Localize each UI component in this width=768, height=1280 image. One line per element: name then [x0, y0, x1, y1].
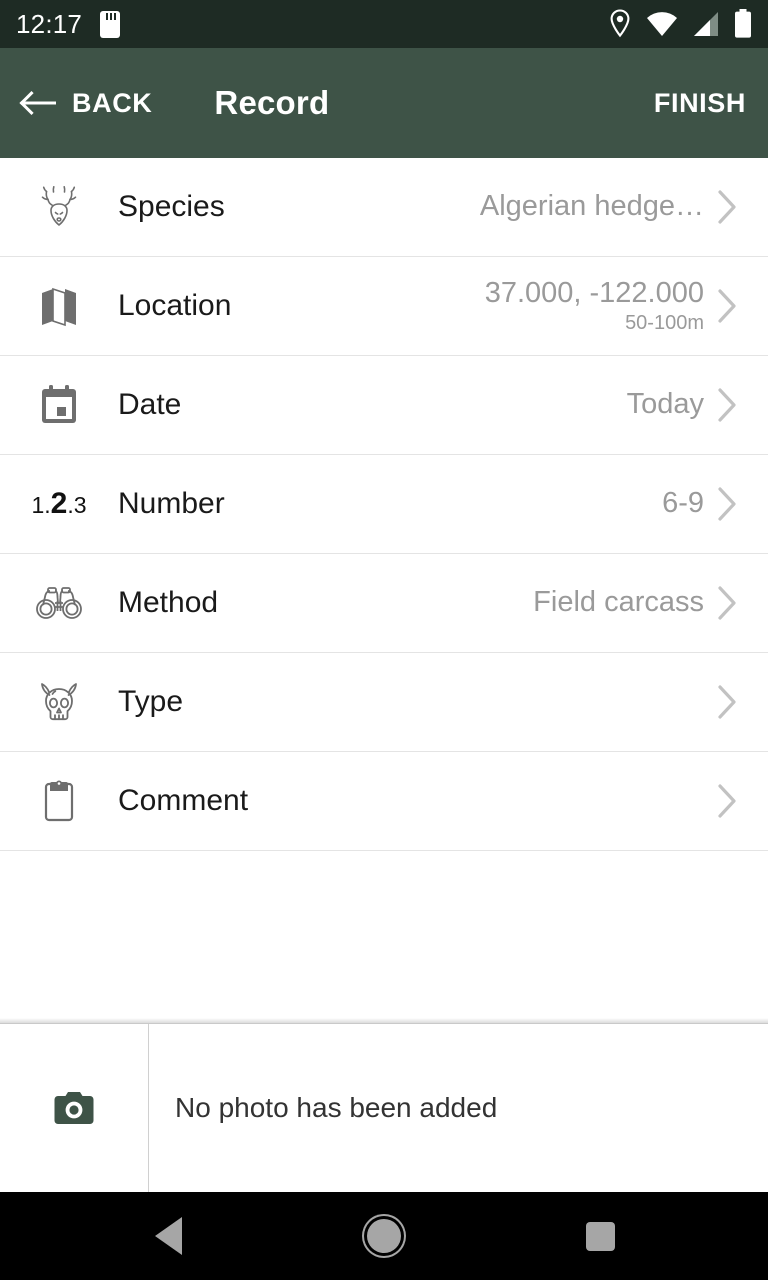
nav-recent-button[interactable] — [560, 1206, 640, 1266]
clipboard-icon — [0, 777, 118, 825]
row-value: Algerian hedge… — [480, 190, 704, 223]
row-label: Type — [118, 685, 184, 718]
wifi-icon — [647, 12, 677, 36]
row-comment[interactable]: Comment — [0, 752, 768, 851]
chevron-right-icon — [710, 288, 746, 324]
page-title: Record — [214, 84, 330, 121]
row-label: Method — [118, 586, 219, 619]
row-value: Today — [627, 388, 704, 421]
row-label: Species — [118, 190, 225, 223]
arrow-left-icon — [22, 90, 56, 116]
status-bar: 12:17 — [0, 0, 768, 48]
photo-section: No photo has been added — [0, 1024, 768, 1192]
signal-icon — [694, 12, 718, 36]
nav-home-button[interactable] — [344, 1206, 424, 1266]
record-field-list: Species Algerian hedge… Location 37.000,… — [0, 158, 768, 1018]
nav-back-button[interactable] — [128, 1206, 208, 1266]
app-screen: 12:17 BACK Record FINISH Species Algeria… — [0, 0, 768, 1280]
row-type[interactable]: Type — [0, 653, 768, 752]
row-date[interactable]: Date Today — [0, 356, 768, 455]
row-label: Comment — [118, 784, 249, 817]
status-time: 12:17 — [16, 8, 83, 39]
row-value-primary: 37.000, -122.000 — [484, 276, 704, 309]
app-bar: BACK Record FINISH — [0, 48, 768, 164]
row-value-primary: Algerian hedge… — [479, 190, 704, 223]
deer-head-icon — [0, 179, 118, 235]
android-nav-bar — [0, 1192, 768, 1280]
status-right-icons — [608, 9, 752, 39]
row-label: Location — [118, 289, 232, 322]
back-button-label: BACK — [72, 87, 153, 118]
chevron-right-icon — [710, 486, 746, 522]
chevron-right-icon — [710, 189, 746, 225]
row-value-primary: Field carcass — [533, 586, 704, 619]
row-method[interactable]: Method Field carcass — [0, 554, 768, 653]
location-icon — [610, 9, 630, 38]
add-photo-button[interactable] — [0, 1024, 149, 1192]
chevron-right-icon — [710, 783, 746, 819]
number-123-icon: 1.2.3 — [31, 487, 87, 520]
row-species[interactable]: Species Algerian hedge… — [0, 158, 768, 257]
row-value-primary: 6-9 — [662, 487, 704, 520]
back-button[interactable]: BACK — [22, 88, 152, 119]
row-value-secondary: 50-100m — [625, 312, 704, 335]
row-label: Number — [118, 487, 225, 520]
camera-icon — [54, 1092, 94, 1124]
battery-icon — [735, 9, 751, 38]
row-value: 37.000, -122.000 50-100m — [485, 277, 704, 335]
photo-status-text: No photo has been added — [175, 1092, 498, 1123]
finish-button[interactable]: FINISH — [654, 88, 746, 119]
nav-back-icon — [154, 1217, 182, 1255]
map-icon — [0, 283, 118, 329]
calendar-icon — [0, 383, 118, 427]
binoculars-icon — [0, 583, 118, 623]
status-left-icons — [100, 10, 121, 38]
row-value-primary: Today — [626, 388, 704, 421]
nav-recent-icon — [585, 1221, 615, 1251]
row-value: Field carcass — [533, 586, 704, 619]
nav-home-icon — [367, 1219, 401, 1253]
sdcard-icon — [100, 10, 121, 38]
chevron-right-icon — [710, 387, 746, 423]
chevron-right-icon — [710, 585, 746, 621]
row-label: Date — [118, 388, 182, 421]
row-value: 6-9 — [662, 487, 704, 520]
row-number[interactable]: 1.2.3 Number 6-9 — [0, 455, 768, 554]
row-location[interactable]: Location 37.000, -122.000 50-100m — [0, 257, 768, 356]
chevron-right-icon — [710, 684, 746, 720]
horned-skull-icon — [0, 677, 118, 727]
